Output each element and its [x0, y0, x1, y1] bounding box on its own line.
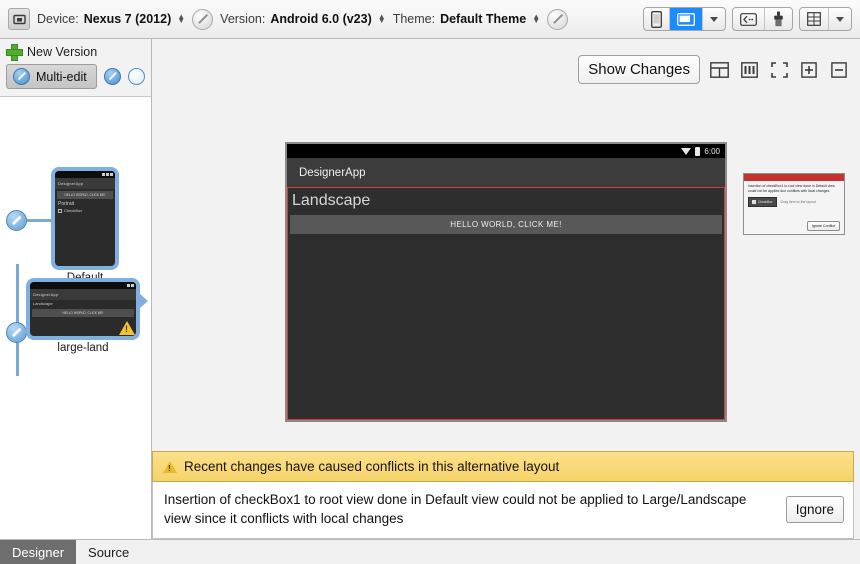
warning-triangle-icon [163, 460, 177, 473]
popup-ignore-conflict-button[interactable]: Ignore Conflict [806, 221, 840, 231]
popup-drag-row: CheckBox Drag item to the layout [744, 194, 844, 208]
device-disabled-icon [192, 8, 214, 30]
fit-to-screen-icon[interactable] [768, 59, 790, 81]
version-label: Version: [220, 12, 266, 26]
editor-tabs: Designer Source [0, 539, 860, 564]
layout-designer-window: Device: Nexus 7 (2012) ▲ ▼ Version: Andro… [0, 0, 860, 564]
tab-designer[interactable]: Designer [0, 540, 77, 564]
warning-message: Insertion of checkBox1 to root view done… [164, 492, 747, 526]
warning-details: Insertion of checkBox1 to root view done… [152, 482, 854, 539]
new-version-button[interactable]: New Version [6, 44, 145, 61]
status-clock: 6:00 [704, 146, 720, 156]
theme-value: Default Theme [440, 12, 527, 26]
popup-actions: Ignore Conflict [744, 221, 844, 234]
grid-more-icon[interactable] [829, 8, 851, 30]
popup-checkbox-chip[interactable]: CheckBox [748, 197, 777, 208]
ignore-button[interactable]: Ignore [785, 495, 844, 523]
device-label: Device: [37, 12, 79, 26]
thumb-app-title: DesignerApp [30, 289, 136, 300]
tab-source[interactable]: Source [76, 540, 141, 564]
version-stepper-icon[interactable]: ▲ ▼ [378, 13, 386, 25]
popup-message: Insertion of checkBox1 to root view done… [748, 184, 835, 194]
new-version-label: New Version [27, 44, 98, 59]
canvas-toolbar: Show Changes [578, 55, 850, 84]
preview-status-bar: 6:00 [287, 144, 725, 158]
multi-edit-button[interactable]: Multi-edit [6, 64, 97, 89]
brush-icon[interactable] [765, 8, 792, 30]
variant-thumb-large-land[interactable]: DesignerApp Landscape HELLO WORLD, CLICK… [26, 278, 140, 354]
thumb-app-title: DesignerApp [55, 178, 115, 189]
device-preview[interactable]: 6:00 DesignerApp Landscape HELLO WORLD, … [285, 142, 727, 422]
variant-label-large-land: large-land [57, 342, 109, 354]
orientation-toggle-group [643, 7, 726, 31]
toolbar-right-group [643, 7, 852, 31]
device-selector[interactable]: Device: Nexus 7 (2012) ▲ ▼ [37, 12, 185, 26]
variants-tree: DesignerApp HELLO WORLD, CLICK ME! Portr… [0, 97, 151, 539]
popup-chip-label: CheckBox [758, 200, 773, 205]
preview-hello-button[interactable]: HELLO WORLD, CLICK ME! [290, 215, 722, 234]
preview-root-layout[interactable]: Landscape HELLO WORLD, CLICK ME! [287, 187, 725, 420]
warning-banner: Recent changes have caused conflicts in … [152, 451, 854, 482]
device-stepper-icon[interactable]: ▲ ▼ [177, 13, 185, 25]
thumb-checkbox-label: CheckBox [64, 208, 83, 213]
checkbox-icon [752, 200, 756, 205]
battery-icon [695, 146, 701, 156]
conflict-popup[interactable]: Insertion of checkBox1 to root view done… [743, 173, 845, 235]
popup-title-bar [744, 174, 844, 181]
tree-trunk [16, 264, 19, 376]
thumb-checkbox: CheckBox [55, 208, 115, 213]
preview-landscape-text[interactable]: Landscape [288, 188, 724, 210]
show-changes-button[interactable]: Show Changes [578, 55, 700, 84]
pencil-icon [13, 68, 30, 85]
variants-sidebar: New Version Multi-edit DesignerApp HELLO… [0, 39, 152, 539]
theme-label: Theme: [392, 12, 436, 26]
design-canvas-panel: Show Changes 6:00 DesignerApp Landscape … [152, 39, 860, 539]
version-selector[interactable]: Version: Android 6.0 (v23) ▲ ▼ [220, 12, 386, 26]
design-canvas[interactable]: Show Changes 6:00 DesignerApp Landscape … [152, 39, 860, 451]
theme-disabled-icon [547, 8, 569, 30]
grid-tools-group [799, 7, 852, 31]
thumb-text: Portrait [58, 201, 75, 207]
thumb-button: HELLO WORLD, CLICK ME! [32, 309, 134, 317]
multi-edit-label: Multi-edit [36, 69, 87, 84]
device-value: Nexus 7 (2012) [83, 12, 172, 26]
landscape-orientation-icon[interactable] [670, 8, 703, 30]
workspace: New Version Multi-edit DesignerApp HELLO… [0, 39, 860, 539]
device-icon[interactable] [8, 8, 30, 30]
popup-drag-hint: Drag item to the layout [780, 200, 816, 205]
orientation-more-icon[interactable] [703, 8, 725, 30]
version-value: Android 6.0 (v23) [270, 12, 372, 26]
main-toolbar: Device: Nexus 7 (2012) ▲ ▼ Version: Andro… [0, 0, 860, 39]
thumb-status-bar [55, 171, 115, 178]
tree-node-large-land-icon[interactable] [6, 322, 27, 343]
tree-node-default-icon[interactable] [6, 210, 27, 231]
tree-branch-default [26, 219, 54, 222]
thumb-button: HELLO WORLD, CLICK ME! [57, 191, 113, 199]
back-navigation-icon[interactable] [733, 8, 765, 30]
plus-icon [6, 44, 23, 61]
variant-expand-arrow-icon[interactable] [139, 293, 148, 309]
sidebar-actions: Multi-edit [6, 64, 145, 89]
grid-icon[interactable] [800, 8, 829, 30]
warning-title: Recent changes have caused conflicts in … [184, 459, 560, 474]
split-view-icon[interactable] [708, 59, 730, 81]
sidebar-header: New Version Multi-edit [0, 39, 151, 97]
checkbox-icon [58, 208, 62, 213]
variant-thumb-default[interactable]: DesignerApp HELLO WORLD, CLICK ME! Portr… [51, 167, 119, 284]
preview-app-title: DesignerApp [287, 158, 725, 187]
zoom-in-icon[interactable] [798, 59, 820, 81]
theme-stepper-icon[interactable]: ▲ ▼ [532, 13, 540, 25]
theme-selector[interactable]: Theme: Default Theme ▲ ▼ [393, 12, 540, 26]
render-tools-group [732, 7, 793, 31]
wifi-icon [681, 147, 692, 155]
thumb-status-bar [30, 282, 136, 289]
select-mode-icon[interactable] [128, 68, 145, 85]
conflict-warning-panel: Recent changes have caused conflicts in … [152, 451, 854, 539]
zoom-out-icon[interactable] [828, 59, 850, 81]
warning-triangle-icon [119, 321, 135, 335]
thumb-text: Landscape [33, 301, 53, 306]
edit-mode-icon[interactable] [104, 68, 121, 85]
compare-view-icon[interactable] [738, 59, 760, 81]
portrait-orientation-icon[interactable] [644, 8, 670, 30]
